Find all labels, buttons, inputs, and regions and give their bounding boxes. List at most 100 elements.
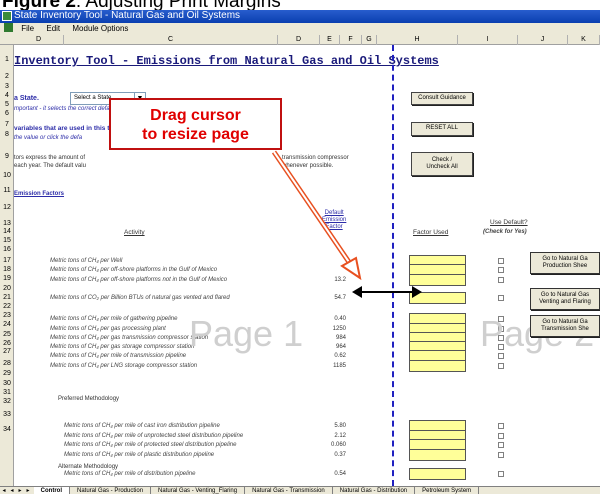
row-header[interactable]: 14 — [0, 228, 14, 235]
worksheet-area: Inventory Tool - Emissions from Natural … — [14, 45, 600, 486]
row-header[interactable]: 24 — [0, 321, 14, 328]
row-header[interactable]: 18 — [0, 266, 14, 273]
row-header[interactable]: 32 — [0, 398, 14, 405]
row-header[interactable]: 30 — [0, 380, 14, 387]
sheet-tab[interactable]: Natural Gas - Transmission — [245, 487, 333, 494]
row-header[interactable]: 19 — [0, 275, 14, 282]
row-header[interactable]: 25 — [0, 331, 14, 338]
use-default-checkbox[interactable] — [498, 267, 504, 273]
row-header[interactable]: 20 — [0, 285, 14, 292]
row-header[interactable]: 1 — [0, 56, 14, 63]
tab-prev-arrow-icon[interactable]: ◂ — [8, 487, 16, 494]
column-header[interactable]: E — [320, 35, 340, 45]
column-header[interactable]: D — [278, 35, 320, 45]
sheet-tab[interactable]: Control — [33, 487, 70, 494]
menu-module-options[interactable]: Module Options — [72, 23, 128, 35]
row-header[interactable]: 27 — [0, 348, 14, 355]
factor-used-input[interactable] — [409, 274, 466, 286]
consult-guidance-button[interactable]: Consult Guidance — [411, 92, 473, 105]
row-header[interactable]: 6 — [0, 110, 14, 117]
default-factor-value: 2.12 — [334, 433, 346, 439]
menu-file[interactable]: File — [21, 23, 34, 35]
factor-used-input[interactable] — [409, 360, 466, 372]
sheet-tab[interactable]: Natural Gas - Distribution — [333, 487, 416, 494]
column-header[interactable]: H — [377, 35, 458, 45]
tab-last-arrow-icon[interactable]: ▸ — [24, 487, 32, 494]
column-header[interactable]: I — [458, 35, 518, 45]
factor-used-input[interactable] — [409, 468, 466, 480]
column-header[interactable]: J — [518, 35, 568, 45]
workbook-icon[interactable] — [4, 23, 13, 32]
column-header[interactable]: G — [362, 35, 377, 45]
goto-venting-flaring-button[interactable]: Go to Natural Gas Venting and Flaring — [530, 288, 600, 310]
column-header[interactable]: K — [568, 35, 600, 45]
page1-watermark: Page 1 — [189, 313, 304, 354]
default-factor-value: 0.62 — [334, 353, 346, 359]
goto-transmission-button[interactable]: Go to Natural Ga Transmission She — [530, 315, 600, 337]
reset-all-button[interactable]: RESET ALL — [411, 122, 473, 136]
activity-label: Metric tons of CH₄ per LNG storage compr… — [50, 363, 198, 369]
row-header[interactable]: 5 — [0, 101, 14, 108]
row-header[interactable]: 9 — [0, 153, 14, 160]
activity-label: Metric tons of CH₄ per mile of gathering… — [50, 316, 178, 322]
tab-first-arrow-icon[interactable]: ◂ — [0, 487, 8, 494]
row-headers: 1 2 3 4 5 6 7 8 9 10 11 12 13 14 15 16 17 18 19 20 21 22 23 24 2… — [0, 45, 14, 486]
default-factor-value: 0.060 — [330, 442, 346, 448]
row-header[interactable]: 15 — [0, 237, 14, 244]
menu-bar: File Edit Module Options — [0, 23, 600, 35]
row-header[interactable]: 17 — [0, 257, 14, 264]
row-header[interactable]: 7 — [0, 121, 14, 128]
factor-used-input[interactable] — [409, 449, 466, 461]
row-header[interactable]: 12 — [0, 204, 14, 211]
click-text: the value or click the defa — [14, 135, 83, 141]
use-default-checkbox[interactable] — [498, 423, 504, 429]
row-header[interactable]: 2 — [0, 73, 14, 80]
sheet-tab[interactable]: Natural Gas - Venting_Flaring — [151, 487, 246, 494]
row-header[interactable]: 21 — [0, 294, 14, 301]
use-default-checkbox[interactable] — [498, 442, 504, 448]
row-header[interactable]: 31 — [0, 389, 14, 396]
row-header[interactable]: 8 — [0, 131, 14, 138]
default-factor-value: 0.37 — [334, 452, 346, 458]
use-default-checkbox[interactable] — [498, 471, 504, 477]
use-default-checkbox[interactable] — [498, 277, 504, 283]
sheet-tab-bar: ◂ ◂ ▸ ▸ Control Natural Gas - Production Natu… — [0, 486, 600, 494]
row-header[interactable]: 22 — [0, 303, 14, 310]
check-uncheck-all-button[interactable]: Check / Uncheck All — [411, 152, 473, 176]
use-default-checkbox[interactable] — [498, 433, 504, 439]
row-header[interactable]: 16 — [0, 246, 14, 253]
menu-edit[interactable]: Edit — [46, 23, 60, 35]
goto-production-button[interactable]: Go to Natural Ga Production Shee — [530, 252, 600, 274]
sheet-tab[interactable]: Natural Gas - Production — [70, 487, 152, 494]
use-default-checkbox[interactable] — [498, 295, 504, 301]
row-header[interactable]: 23 — [0, 312, 14, 319]
row-header[interactable]: 34 — [0, 426, 14, 433]
use-default-checkbox[interactable] — [498, 258, 504, 264]
default-factor-value: 964 — [335, 344, 346, 350]
row-header[interactable]: 29 — [0, 370, 14, 377]
figure-caption: Figure 2: Adjusting Print Margins — [0, 0, 600, 10]
row-header[interactable]: 26 — [0, 340, 14, 347]
row-header[interactable]: 3 — [0, 83, 14, 90]
use-default-checkbox[interactable] — [498, 452, 504, 458]
row-header[interactable]: 13 — [0, 220, 14, 227]
row-header[interactable]: 10 — [0, 172, 14, 179]
row-header[interactable]: 28 — [0, 360, 14, 367]
row-header[interactable]: 11 — [0, 187, 14, 194]
activity-label: Metric tons of CH₄ per off-shore platfor… — [50, 277, 228, 283]
default-factor-value: 0.40 — [334, 316, 346, 322]
activity-label: Metric tons of CH₄ per off-shore platfor… — [50, 267, 218, 273]
column-header[interactable]: C — [64, 35, 278, 45]
tab-next-arrow-icon[interactable]: ▸ — [16, 487, 24, 494]
activity-label: Metric tons of CH₄ per mile of distribut… — [64, 471, 196, 477]
column-header[interactable]: D — [14, 35, 64, 45]
use-default-checkbox[interactable] — [498, 363, 504, 369]
sheet-tab[interactable]: Petroleum System — [415, 487, 480, 494]
row-header[interactable]: 4 — [0, 92, 14, 99]
default-factor-value: 1185 — [333, 363, 346, 369]
factor-used-input[interactable] — [409, 292, 466, 304]
row-header[interactable]: 33 — [0, 411, 14, 418]
column-header[interactable]: F — [340, 35, 362, 45]
activity-label: Metric tons of CH₄ per gas processing pl… — [50, 326, 166, 332]
page-break-line[interactable] — [392, 45, 394, 486]
